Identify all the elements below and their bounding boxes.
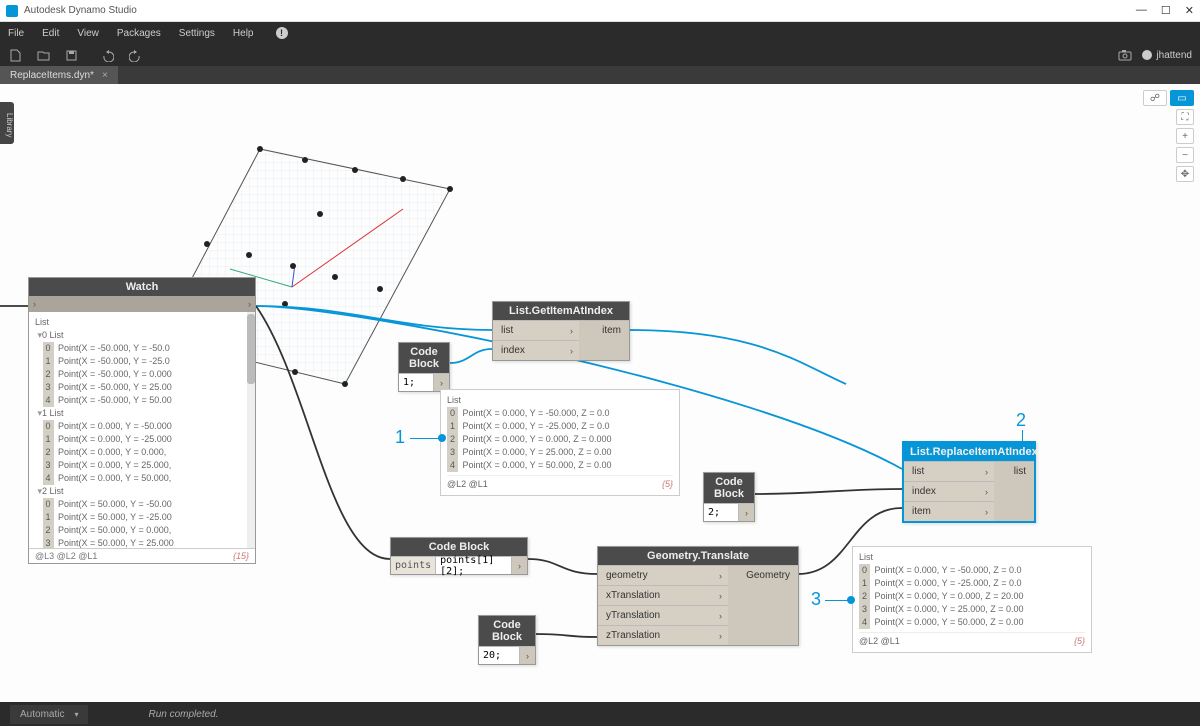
menu-packages[interactable]: Packages	[117, 28, 161, 39]
new-file-icon[interactable]	[8, 48, 22, 62]
user-label[interactable]: jhattend	[1142, 50, 1192, 61]
watch-count: {15}	[233, 551, 249, 561]
node-header: List.GetItemAtIndex	[493, 302, 629, 320]
info-icon[interactable]: !	[276, 27, 288, 39]
minimize-button[interactable]: —	[1136, 4, 1147, 17]
code-text[interactable]: 2;	[704, 504, 738, 521]
output-list[interactable]: list	[994, 461, 1034, 481]
output-port[interactable]: ›	[738, 504, 754, 521]
input-item[interactable]: item›	[904, 501, 994, 521]
zoom-out-button[interactable]: −	[1176, 147, 1194, 163]
tab-label: ReplaceItems.dyn*	[10, 70, 94, 81]
scrollbar[interactable]	[247, 312, 255, 548]
node-replace-item-at-index[interactable]: List.ReplaceItemAtIndex list› index› ite…	[902, 441, 1036, 523]
view-3d-icon[interactable]: ☍	[1143, 90, 1167, 106]
watch-content: List ▾0 List 0 Point(X = -50.000, Y = -5…	[29, 312, 255, 548]
output-geometry[interactable]: Geometry	[728, 565, 798, 585]
code-text[interactable]: 1;	[399, 374, 433, 391]
input-port[interactable]: ›	[33, 299, 36, 309]
node-header: Code Block	[399, 343, 449, 373]
node-code-block-2[interactable]: Code Block 2; ›	[703, 472, 755, 522]
toolbar: jhattend	[0, 44, 1200, 66]
preview-replace: List 0 Point(X = 0.000, Y = -50.000, Z =…	[852, 546, 1092, 653]
output-port[interactable]: ›	[519, 647, 535, 664]
menu-view[interactable]: View	[77, 28, 99, 39]
node-watch[interactable]: Watch › › List ▾0 List 0 Point(X = -50.00…	[28, 277, 256, 564]
annotation-3: 3	[811, 589, 821, 610]
caret-down-icon: ▾	[74, 710, 78, 719]
input-ztranslation[interactable]: zTranslation›	[598, 625, 728, 645]
menu-edit[interactable]: Edit	[42, 28, 59, 39]
menu-help[interactable]: Help	[233, 28, 254, 39]
viewport-controls: ☍ ▭ ⛶ + − ✥	[1143, 90, 1194, 182]
annotation-3-line	[825, 600, 849, 601]
annotation-1-line	[410, 438, 440, 439]
menu-settings[interactable]: Settings	[179, 28, 215, 39]
input-index[interactable]: index›	[904, 481, 994, 501]
annotation-1-dot	[438, 434, 446, 442]
node-header: Code Block	[391, 538, 527, 556]
view-graph-icon[interactable]: ▭	[1170, 90, 1194, 106]
annotation-2-line	[1022, 430, 1023, 443]
node-code-block-1[interactable]: Code Block 1; ›	[398, 342, 450, 392]
save-icon[interactable]	[64, 48, 78, 62]
node-code-block-20[interactable]: Code Block 20; ›	[478, 615, 536, 665]
tab-close-icon[interactable]: ×	[102, 70, 108, 81]
output-port[interactable]: ›	[248, 299, 251, 309]
code-text[interactable]: 20;	[479, 647, 519, 664]
app-logo-icon	[6, 5, 18, 17]
status-message: Run completed.	[148, 709, 218, 720]
node-header: List.ReplaceItemAtIndex	[904, 443, 1034, 461]
input-geometry[interactable]: geometry›	[598, 565, 728, 585]
input-list[interactable]: list›	[904, 461, 994, 481]
output-item[interactable]: item	[579, 320, 629, 340]
input-ytranslation[interactable]: yTranslation›	[598, 605, 728, 625]
maximize-button[interactable]: ☐	[1161, 4, 1171, 17]
watch-levels: @L3 @L2 @L1	[35, 551, 97, 561]
output-port[interactable]: ›	[511, 557, 527, 574]
node-header: Geometry.Translate	[598, 547, 798, 565]
node-header: Watch	[29, 278, 255, 296]
menu-file[interactable]: File	[8, 28, 24, 39]
menu-bar: File Edit View Packages Settings Help !	[0, 22, 1200, 44]
node-geometry-translate[interactable]: Geometry.Translate geometry› xTranslatio…	[597, 546, 799, 646]
library-panel-tab[interactable]: Library	[0, 102, 14, 144]
node-get-item-at-index[interactable]: List.GetItemAtIndex list› index› item	[492, 301, 630, 361]
tab-replace-items[interactable]: ReplaceItems.dyn* ×	[0, 66, 118, 84]
annotation-2: 2	[1016, 410, 1026, 431]
pan-icon[interactable]: ✥	[1176, 166, 1194, 182]
node-code-block-points[interactable]: Code Block points points[1][2]; ›	[390, 537, 528, 575]
zoom-in-button[interactable]: +	[1176, 128, 1194, 144]
preview-getitem: List 0 Point(X = 0.000, Y = -50.000, Z =…	[440, 389, 680, 496]
input-index[interactable]: index›	[493, 340, 579, 360]
run-mode-dropdown[interactable]: Automatic▾	[10, 705, 88, 724]
input-points[interactable]: points	[391, 557, 436, 574]
graph-canvas[interactable]: Library ☍ ▭ ⛶ + − ✥	[0, 84, 1200, 702]
redo-icon[interactable]	[128, 48, 142, 62]
camera-icon[interactable]	[1118, 48, 1132, 62]
undo-icon[interactable]	[100, 48, 114, 62]
app-title: Autodesk Dynamo Studio	[24, 5, 137, 16]
node-header: Code Block	[704, 473, 754, 503]
node-header: Code Block	[479, 616, 535, 646]
close-button[interactable]: ✕	[1185, 4, 1194, 17]
input-list[interactable]: list›	[493, 320, 579, 340]
code-text[interactable]: points[1][2];	[436, 557, 511, 574]
status-bar: Automatic▾ Run completed.	[0, 702, 1200, 726]
annotation-1: 1	[395, 427, 405, 448]
title-bar: Autodesk Dynamo Studio — ☐ ✕	[0, 0, 1200, 22]
document-tabs: ReplaceItems.dyn* ×	[0, 66, 1200, 84]
annotation-3-dot	[847, 596, 855, 604]
fit-view-icon[interactable]: ⛶	[1176, 109, 1194, 125]
input-xtranslation[interactable]: xTranslation›	[598, 585, 728, 605]
open-file-icon[interactable]	[36, 48, 50, 62]
